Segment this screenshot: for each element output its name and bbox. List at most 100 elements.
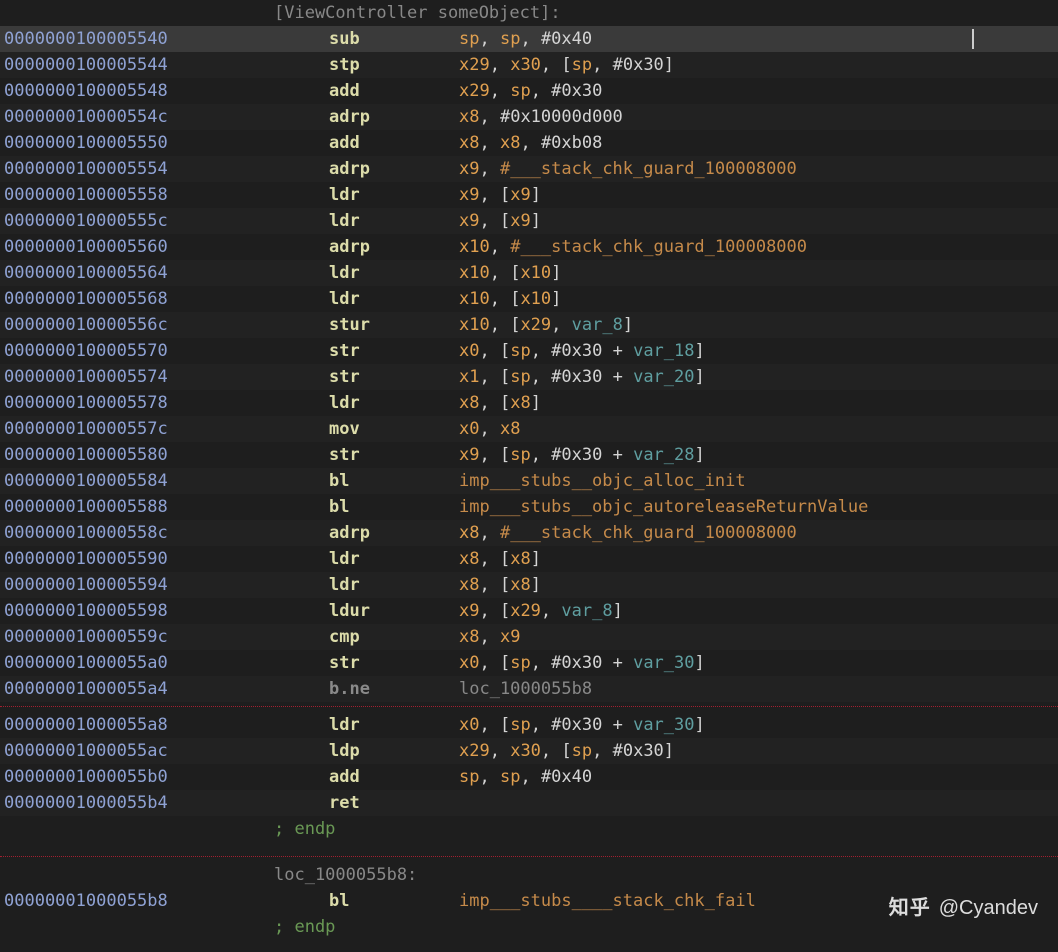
asm-line[interactable]: 00000001000055acldpx29, x30, [sp, #0x30] — [0, 738, 1058, 764]
op-var: var_30 — [633, 715, 694, 735]
address: 00000001000055a8 — [4, 712, 199, 738]
operands: x8, x8, #0xb08 — [459, 130, 1054, 156]
address: 0000000100005558 — [4, 182, 199, 208]
op-sym: #___stack_chk_guard_100008000 — [500, 523, 797, 543]
op-p: ] — [551, 289, 561, 309]
asm-line[interactable]: 00000001000055a4b.neloc_1000055b8 — [0, 676, 1058, 702]
asm-line[interactable]: 0000000100005564ldrx10, [x10] — [0, 260, 1058, 286]
asm-line[interactable]: 0000000100005590ldrx8, [x8] — [0, 546, 1058, 572]
asm-line[interactable]: 000000010000556csturx10, [x29, var_8] — [0, 312, 1058, 338]
asm-line[interactable]: 000000010000555cldrx9, [x9] — [0, 208, 1058, 234]
asm-line[interactable]: 000000010000554cadrpx8, #0x10000d000 — [0, 104, 1058, 130]
asm-line[interactable]: 00000001000055b0addsp, sp, #0x40 — [0, 764, 1058, 790]
asm-line[interactable]: 0000000100005550 addx8, x8, #0xb08 — [0, 130, 1058, 156]
mnemonic: ldr — [329, 286, 459, 312]
op-p: , [ — [479, 653, 510, 673]
operands: sp, sp, #0x40 — [459, 26, 1054, 52]
mnemonic: ldr — [329, 572, 459, 598]
asm-line[interactable]: 0000000100005594ldrx8, [x8] — [0, 572, 1058, 598]
op-reg: sp — [572, 741, 592, 761]
op-p: , — [531, 715, 551, 735]
op-p: , — [520, 767, 540, 787]
operands: x0, [sp, #0x30 + var_18] — [459, 338, 1054, 364]
asm-line[interactable]: 0000000100005570 strx0, [sp, #0x30 + var_… — [0, 338, 1058, 364]
address: 0000000100005574 — [4, 364, 199, 390]
address: 000000010000554c — [4, 104, 199, 130]
op-p: , — [479, 767, 499, 787]
asm-line[interactable]: 0000000100005578ldrx8, [x8] — [0, 390, 1058, 416]
mnemonic: adrp — [329, 520, 459, 546]
asm-line[interactable]: 0000000100005558ldrx9, [x9] — [0, 182, 1058, 208]
op-p: , — [479, 523, 499, 543]
op-reg: x9 — [459, 159, 479, 179]
op-reg: sp — [510, 715, 530, 735]
op-p: ] — [613, 601, 623, 621]
op-reg: x29 — [459, 741, 490, 761]
operands: x8, x9 — [459, 624, 1054, 650]
asm-line[interactable]: 0000000100005560adrpx10, #___stack_chk_g… — [0, 234, 1058, 260]
asm-line[interactable]: 0000000100005540subsp, sp, #0x40 — [0, 26, 1058, 52]
asm-line[interactable]: 00000001000055b4ret — [0, 790, 1058, 816]
asm-line[interactable]: 000000010000558cadrpx8, #___stack_chk_gu… — [0, 520, 1058, 546]
mnemonic: ldur — [329, 598, 459, 624]
op-var: var_20 — [633, 367, 694, 387]
mnemonic: str — [329, 338, 459, 364]
address: 0000000100005544 — [4, 52, 199, 78]
asm-line[interactable]: 0000000100005544stpx29, x30, [sp, #0x30] — [0, 52, 1058, 78]
address: 0000000100005550 — [4, 130, 199, 156]
op-reg: sp — [510, 341, 530, 361]
separator-2 — [0, 856, 1058, 858]
op-reg: x9 — [459, 445, 479, 465]
op-reg: x8 — [459, 549, 479, 569]
asm-line[interactable]: 00000001000055a0strx0, [sp, #0x30 + var_… — [0, 650, 1058, 676]
address: 0000000100005560 — [4, 234, 199, 260]
asm-line[interactable]: 0000000100005584blimp___stubs__objc_allo… — [0, 468, 1058, 494]
address: 0000000100005590 — [4, 546, 199, 572]
loc-label-line: loc_1000055b8: — [0, 862, 1058, 888]
operands: x9, [x29, var_8] — [459, 598, 1054, 624]
asm-line[interactable]: 00000001000055a8ldrx0, [sp, #0x30 + var_… — [0, 712, 1058, 738]
op-reg: sp — [510, 81, 530, 101]
op-p: , [ — [479, 211, 510, 231]
asm-line[interactable]: 0000000100005548addx29, sp, #0x30 — [0, 78, 1058, 104]
op-p: , — [531, 367, 551, 387]
mnemonic: str — [329, 442, 459, 468]
mnemonic: add — [329, 130, 459, 156]
operands: x8, #___stack_chk_guard_100008000 — [459, 520, 1054, 546]
asm-line[interactable]: 0000000100005568ldrx10, [x10] — [0, 286, 1058, 312]
watermark-brand: 知乎 — [889, 893, 931, 924]
endp-1: ; endp — [0, 816, 1058, 842]
op-reg: x29 — [459, 55, 490, 75]
op-imm: #0x30 — [551, 341, 602, 361]
address: 0000000100005570 — [4, 338, 199, 364]
operands: sp, sp, #0x40 — [459, 764, 1054, 790]
address: 000000010000555c — [4, 208, 199, 234]
op-p: , [ — [479, 549, 510, 569]
asm-line[interactable]: 0000000100005598ldurx9, [x29, var_8] — [0, 598, 1058, 624]
op-p: ] — [623, 315, 633, 335]
op-reg: x30 — [510, 55, 541, 75]
asm-line[interactable]: 000000010000559ccmpx8, x9 — [0, 624, 1058, 650]
op-p: , — [592, 741, 612, 761]
op-imm: #0x40 — [541, 767, 592, 787]
mnemonic: stp — [329, 52, 459, 78]
op-p: ] — [664, 55, 674, 75]
disassembly-editor[interactable]: [ViewController someObject]: 00000001000… — [0, 0, 1058, 940]
asm-line[interactable]: 0000000100005580strx9, [sp, #0x30 + var_… — [0, 442, 1058, 468]
op-p: , — [479, 627, 499, 647]
asm-line[interactable]: 0000000100005588blimp___stubs__objc_auto… — [0, 494, 1058, 520]
op-p: , [ — [479, 341, 510, 361]
mnemonic: ret — [329, 790, 459, 816]
asm-line[interactable]: 0000000100005574strx1, [sp, #0x30 + var_… — [0, 364, 1058, 390]
address: 0000000100005548 — [4, 78, 199, 104]
op-p: , [ — [541, 741, 572, 761]
op-p: , — [531, 445, 551, 465]
op-imm: #0x30 — [551, 653, 602, 673]
operands: x9, #___stack_chk_guard_100008000 — [459, 156, 1054, 182]
address: 00000001000055b0 — [4, 764, 199, 790]
asm-line[interactable]: 000000010000557cmovx0, x8 — [0, 416, 1058, 442]
op-reg: x10 — [459, 263, 490, 283]
op-reg: x0 — [459, 653, 479, 673]
address: 00000001000055b8 — [4, 888, 199, 914]
asm-line[interactable]: 0000000100005554adrpx9, #___stack_chk_gu… — [0, 156, 1058, 182]
